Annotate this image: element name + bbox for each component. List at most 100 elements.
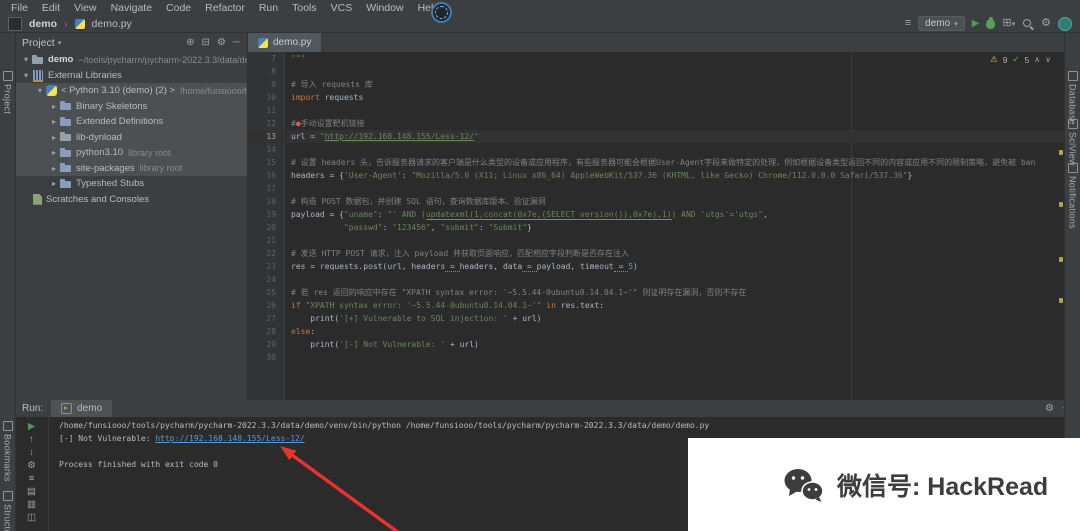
locate-icon[interactable]: ⊕: [186, 37, 194, 48]
run-config-dropdown[interactable]: demo ▾: [918, 16, 965, 31]
soft-wrap-icon[interactable]: ≡: [29, 474, 35, 484]
line-number-24[interactable]: 24: [248, 273, 284, 286]
warning-stripe-mark[interactable]: [1059, 257, 1063, 262]
tool-stripe-project[interactable]: Project: [0, 71, 15, 114]
code-line-26: if "XPATH syntax error: '~5.5.44-0ubuntu…: [291, 301, 605, 310]
tree-item-python3.10[interactable]: ▸ python3.10 library root: [15, 145, 247, 161]
clear-all-icon[interactable]: ◫: [27, 513, 36, 523]
menu-item-vcs[interactable]: VCS: [324, 2, 360, 14]
wechat-icon: [784, 468, 824, 502]
line-number-26[interactable]: 26: [248, 299, 284, 312]
line-number-12[interactable]: 12: [248, 117, 284, 130]
run-button[interactable]: ▶: [972, 18, 980, 29]
prev-issue-icon[interactable]: ∧: [1034, 55, 1040, 64]
profiler-dropdown-icon[interactable]: ⊞▾: [1002, 18, 1015, 29]
tree-item-site-packages[interactable]: ▸ site-packages library root: [15, 160, 247, 176]
run-settings-icon[interactable]: ⚙: [1045, 403, 1054, 414]
line-number-25[interactable]: 25: [248, 286, 284, 299]
line-number-10[interactable]: 10: [248, 91, 284, 104]
line-number-8[interactable]: 8: [248, 65, 284, 78]
line-number-20[interactable]: 20: [248, 221, 284, 234]
tree-item-demo[interactable]: ▾ demo ~/tools/pycharm/pycharm-2022.3.3/da…: [15, 52, 247, 68]
warning-stripe-mark[interactable]: [1059, 202, 1063, 207]
tool-stripe-structure[interactable]: Structure: [0, 491, 15, 531]
line-number-15[interactable]: 15: [248, 156, 284, 169]
run-tab-demo[interactable]: demo: [51, 400, 113, 417]
tree-item-scratches-and-consoles[interactable]: Scratches and Consoles: [15, 192, 247, 208]
menu-item-window[interactable]: Window: [359, 2, 410, 14]
search-everywhere-icon[interactable]: [1022, 18, 1034, 30]
structure-select-icon[interactable]: ≡: [905, 18, 911, 29]
next-issue-icon[interactable]: ∨: [1045, 55, 1051, 64]
tree-item-lib-dynload[interactable]: ▸ lib-dynload: [15, 129, 247, 145]
tree-chevron-icon[interactable]: ▾: [21, 71, 31, 80]
tree-item-binary-skeletons[interactable]: ▸ Binary Skeletons: [15, 98, 247, 114]
menu-item-tools[interactable]: Tools: [285, 2, 324, 14]
scroll-to-end-icon[interactable]: ▤: [27, 487, 36, 497]
line-number-29[interactable]: 29: [248, 338, 284, 351]
chevron-down-icon[interactable]: ▾: [58, 39, 62, 47]
project-panel-title[interactable]: Project: [22, 37, 55, 49]
tree-chevron-icon[interactable]: ▸: [49, 148, 59, 157]
tool-stripe-notifications[interactable]: Notifications: [1065, 163, 1080, 229]
console-link[interactable]: http://192.168.148.155/Less-12/: [155, 434, 304, 443]
line-number-13[interactable]: 13: [248, 130, 284, 143]
collapse-all-icon[interactable]: ⊟: [202, 37, 210, 48]
tree-item-python-3.10-demo-2[interactable]: ▾ < Python 3.10 (demo) (2) > /home/funsioo…: [15, 83, 247, 99]
line-number-7[interactable]: 7: [248, 52, 284, 65]
tree-chevron-icon[interactable]: ▸: [49, 164, 59, 173]
line-number-21[interactable]: 21: [248, 234, 284, 247]
line-number-23[interactable]: 23: [248, 260, 284, 273]
print-icon[interactable]: ▥: [27, 500, 36, 510]
run-settings-icon[interactable]: ⚙: [27, 461, 36, 471]
tree-chevron-icon[interactable]: ▾: [21, 55, 31, 64]
editor-gutter[interactable]: 7 8 9 10 11 12 13 14 15 16 17 18 19 20 21 22 23 24 25 26 27 2…: [248, 52, 285, 400]
tree-chevron-icon[interactable]: ▸: [49, 179, 59, 188]
tree-chevron-icon[interactable]: ▸: [49, 117, 59, 126]
line-number-16[interactable]: 16: [248, 169, 284, 182]
menu-item-refactor[interactable]: Refactor: [198, 2, 252, 14]
line-number-9[interactable]: 9: [248, 78, 284, 91]
debug-button[interactable]: [986, 16, 996, 29]
line-number-18[interactable]: 18: [248, 195, 284, 208]
hide-panel-icon[interactable]: ─: [233, 37, 240, 48]
line-number-30[interactable]: 30: [248, 351, 284, 364]
warning-stripe-mark[interactable]: [1059, 150, 1063, 155]
tab-demo-py[interactable]: demo.py: [248, 33, 322, 52]
settings-icon[interactable]: ⚙: [217, 37, 226, 48]
line-number-19[interactable]: 19: [248, 208, 284, 221]
down-stack-icon[interactable]: ↓: [29, 448, 34, 458]
menu-item-code[interactable]: Code: [159, 2, 198, 14]
settings-icon[interactable]: ⚙: [1041, 18, 1051, 29]
line-number-14[interactable]: 14: [248, 143, 284, 156]
line-number-28[interactable]: 28: [248, 325, 284, 338]
warning-stripe-mark[interactable]: [1059, 298, 1063, 303]
tree-chevron-icon[interactable]: ▾: [35, 86, 45, 95]
rerun-button[interactable]: ▶: [28, 422, 35, 432]
tree-item-extended-definitions[interactable]: ▸ Extended Definitions: [15, 114, 247, 130]
inspections-widget[interactable]: ⚠ 9 ✓ 5 ∧ ∨: [990, 54, 1051, 65]
menu-item-edit[interactable]: Edit: [35, 2, 67, 14]
tool-stripe-bookmarks[interactable]: Bookmarks: [0, 421, 15, 482]
up-stack-icon[interactable]: ↑: [29, 435, 34, 445]
menu-item-run[interactable]: Run: [252, 2, 285, 14]
breadcrumb-project[interactable]: demo: [29, 18, 57, 30]
menu-item-view[interactable]: View: [67, 2, 104, 14]
tool-stripe-database[interactable]: Database: [1065, 71, 1080, 125]
line-number-22[interactable]: 22: [248, 247, 284, 260]
editor-code[interactable]: """ # 导入 requests 库 import requests #●手动设置靶…: [286, 52, 1065, 400]
title-bar: demo › demo.py ≡ demo ▾ ▶ ⊞▾ ⚙: [0, 15, 1080, 33]
line-number-17[interactable]: 17: [248, 182, 284, 195]
tool-stripe-sciview[interactable]: SciView: [1065, 119, 1080, 166]
line-number-11[interactable]: 11: [248, 104, 284, 117]
menu-item-file[interactable]: File: [4, 2, 35, 14]
tree-chevron-icon[interactable]: ▸: [49, 102, 59, 111]
tree-chevron-icon[interactable]: ▸: [49, 133, 59, 142]
tree-item-external-libraries[interactable]: ▾ External Libraries: [15, 68, 247, 84]
menu-item-navigate[interactable]: Navigate: [104, 2, 159, 14]
line-number-27[interactable]: 27: [248, 312, 284, 325]
breadcrumb-file[interactable]: demo.py: [92, 18, 132, 30]
avatar[interactable]: [1058, 16, 1072, 31]
tree-item-typeshed-stubs[interactable]: ▸ Typeshed Stubs: [15, 176, 247, 192]
code-editor[interactable]: 7 8 9 10 11 12 13 14 15 16 17 18 19 20 21 22 23 24 25 26 27 2…: [248, 52, 1065, 400]
